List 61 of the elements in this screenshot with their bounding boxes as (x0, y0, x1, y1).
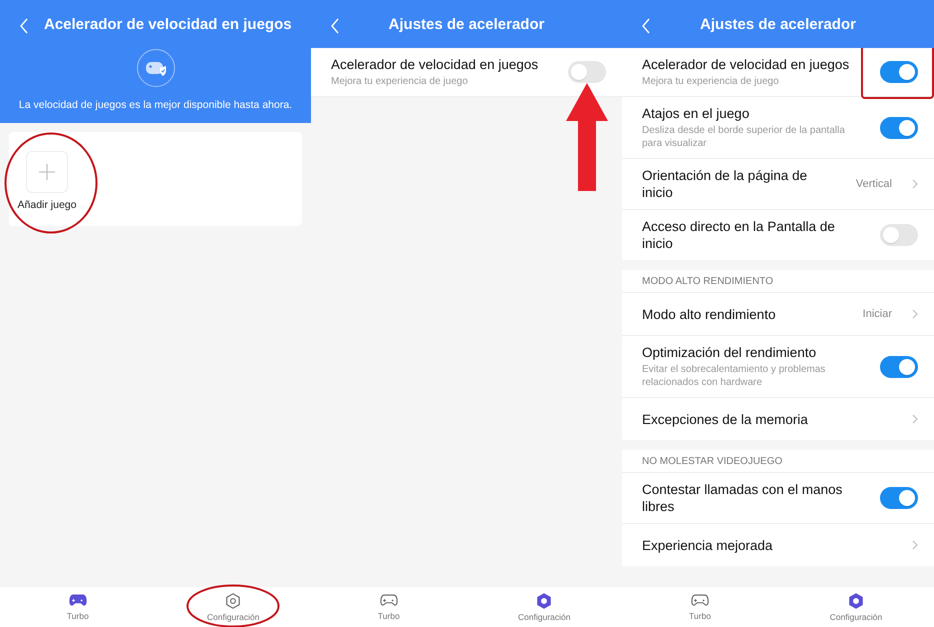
setting-description: Desliza desde el borde superior de la pantalla para visualizar (642, 124, 846, 150)
gamepad-icon (691, 593, 709, 608)
section-header: MODO ALTO RENDIMIENTO (622, 270, 934, 293)
settings-icon (536, 592, 552, 608)
setting-title: Acceso directo en la Pantalla de inicio (642, 218, 836, 252)
setting-title: Excepciones de la memoria (642, 410, 809, 428)
add-game-tile[interactable] (26, 151, 68, 193)
screen-title: Acelerador de velocidad en juegos (44, 16, 292, 32)
setting-value: Iniciar (862, 308, 892, 320)
nav-tab[interactable]: Turbo (311, 587, 466, 627)
gamepad-icon (68, 593, 87, 608)
setting-row[interactable]: Excepciones de la memoria (622, 398, 934, 440)
settings-icon (225, 592, 242, 608)
nav-tab[interactable]: Configuración (156, 587, 311, 627)
setting-title: Experiencia mejorada (642, 536, 774, 554)
setting-title: Acelerador de velocidad en juegos (331, 56, 540, 73)
back-icon[interactable] (330, 18, 340, 34)
chevron-right-icon (912, 414, 918, 424)
setting-description: Mejora tu experiencia de juego (642, 75, 780, 88)
toggle-switch[interactable] (880, 224, 918, 246)
chevron-right-icon (912, 179, 918, 189)
toggle-switch[interactable] (880, 356, 918, 378)
gamepad-shield-icon (136, 48, 176, 88)
nav-tab[interactable]: Configuración (778, 587, 934, 627)
setting-title: Orientación de la página de inicio (642, 167, 808, 201)
setting-row[interactable]: Modo alto rendimiento Iniciar (622, 293, 934, 336)
chevron-right-icon (912, 540, 918, 550)
setting-title: Contestar llamadas con el manos libres (642, 481, 844, 515)
nav-tab[interactable]: Turbo (622, 587, 778, 627)
toggle-row[interactable]: Optimización del rendimiento Evitar el sobrecalentamiento y problemas relacionados con hardware (622, 336, 934, 398)
settings-icon (848, 592, 864, 608)
plus-icon (38, 163, 56, 181)
toggle-switch[interactable] (880, 116, 918, 138)
toggle-row[interactable]: Acceso directo en la Pantalla de inicio (622, 210, 934, 260)
gamepad-icon (380, 593, 398, 608)
banner-text: La velocidad de juegos es la mejor disponible hasta ahora. (18, 99, 292, 111)
section-header: NO MOLESTAR VIDEOJUEGO (622, 450, 934, 473)
add-game-label: Añadir juego (18, 199, 76, 211)
screen-title: Ajustes de acelerador (388, 16, 544, 32)
setting-description: Evitar el sobrecalentamiento y problemas relacionados con hardware (642, 363, 826, 389)
setting-row[interactable]: Orientación de la página de inicio Vertical (622, 159, 934, 210)
chevron-right-icon (912, 309, 918, 319)
setting-title: Modo alto rendimiento (642, 306, 777, 322)
nav-tab[interactable]: Turbo (0, 587, 156, 627)
toggle-switch[interactable] (880, 61, 918, 83)
toggle-row[interactable]: Atajos en el juego Desliza desde el borde superior de la pantalla para visualizar (622, 97, 934, 159)
toggle-row[interactable]: Contestar llamadas con el manos libres (622, 473, 934, 524)
back-icon[interactable] (19, 18, 29, 34)
toggle-switch[interactable] (568, 61, 606, 83)
toggle-switch[interactable] (880, 487, 918, 509)
setting-row[interactable]: Experiencia mejorada (622, 524, 934, 566)
nav-tab[interactable]: Configuración (466, 587, 622, 627)
setting-title: Atajos en el juego (642, 105, 750, 122)
toggle-row[interactable]: Acelerador de velocidad en juegos Mejora tu experiencia de juego (311, 48, 622, 97)
setting-value: Vertical (856, 178, 892, 190)
back-icon[interactable] (641, 18, 651, 34)
screen-title: Ajustes de acelerador (700, 16, 856, 32)
setting-title: Optimización del rendimiento (642, 344, 818, 361)
setting-title: Acelerador de velocidad en juegos (642, 56, 850, 73)
setting-description: Mejora tu experiencia de juego (331, 75, 469, 88)
toggle-row[interactable]: Acelerador de velocidad en juegos Mejora tu experiencia de juego (622, 48, 934, 97)
